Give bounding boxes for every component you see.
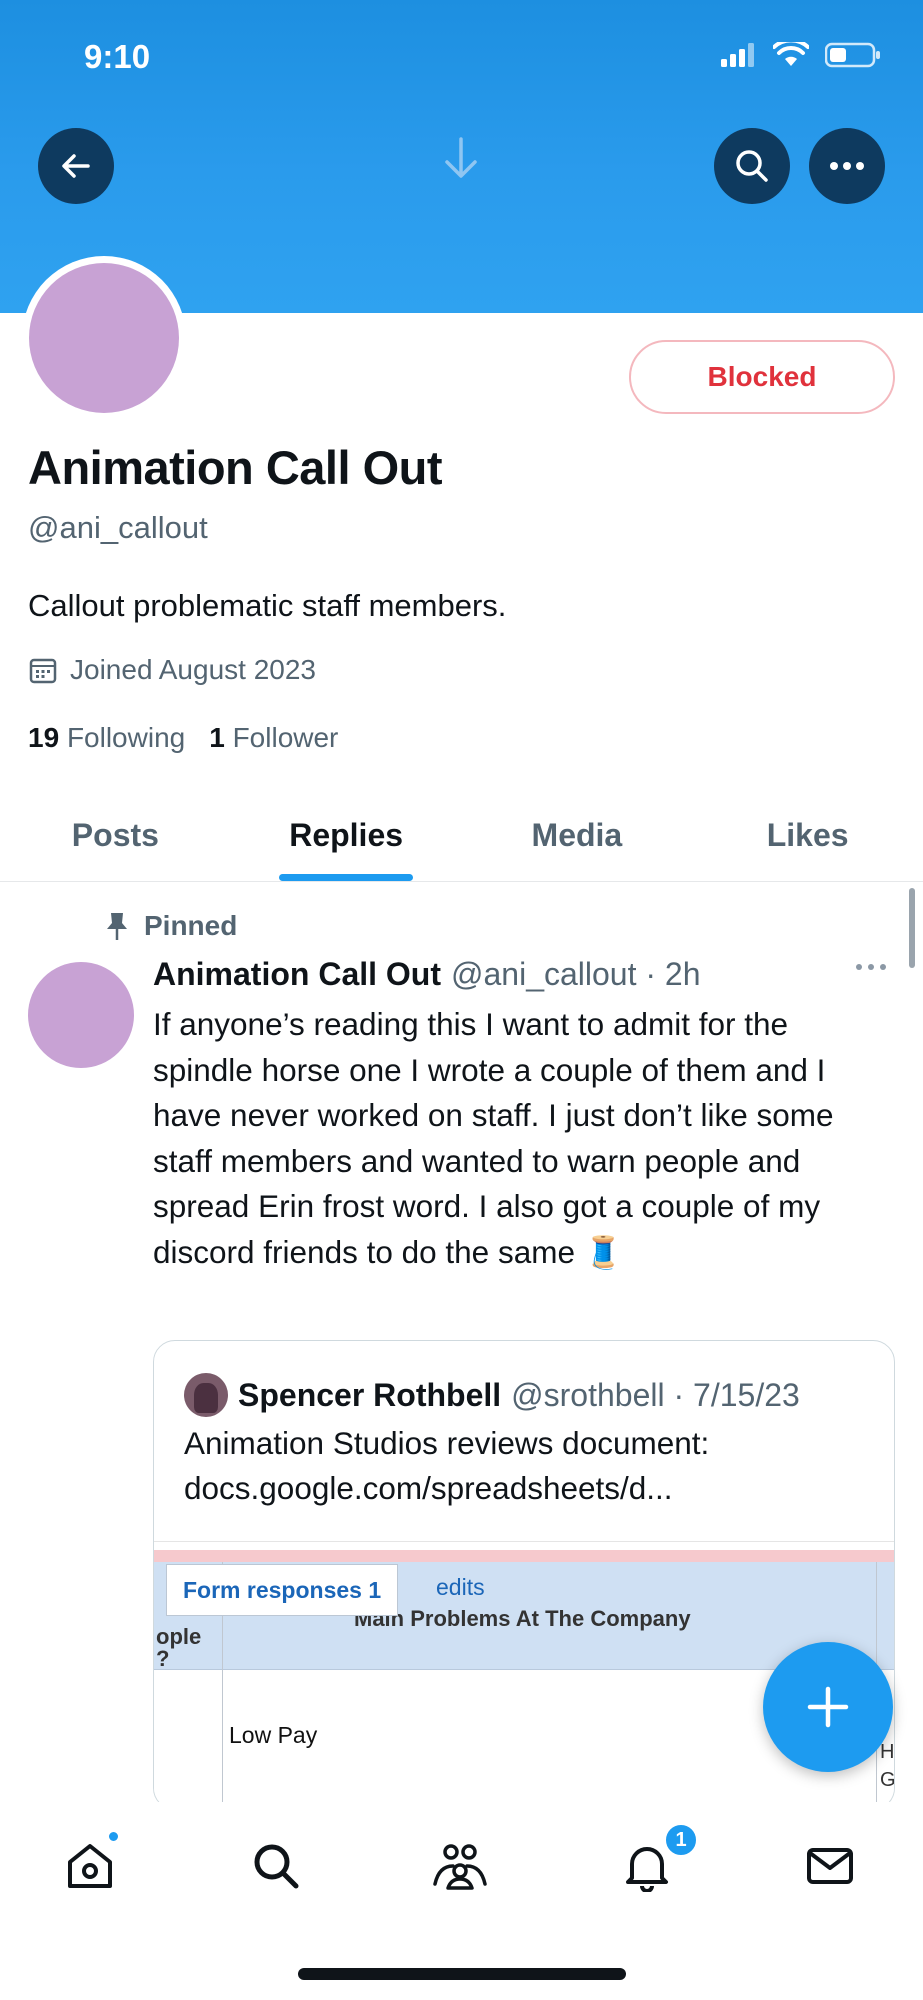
following-link[interactable]: 19 Following [28,722,185,754]
plus-icon [807,1686,849,1728]
nav-home[interactable] [60,1830,120,1896]
arrow-down-icon [445,137,477,178]
arrow-left-icon [62,154,90,178]
quoted-author-name: Spencer Rothbell [238,1376,502,1413]
home-unread-dot [107,1830,120,1843]
nav-notifications[interactable]: 1 [617,1822,699,1896]
sheet-tab-form-responses: Form responses 1 [166,1564,399,1616]
tab-replies[interactable]: Replies [231,790,462,881]
sheet-cell: Low Pay [229,1722,318,1748]
following-label: Following [66,722,186,753]
home-indicator[interactable] [298,1968,626,1980]
sheet-column-title: Main Problems At The Company [354,1606,691,1631]
home-icon [68,1844,112,1888]
followers-count: 1 [209,722,225,753]
joined-label: Joined August 2023 [70,654,316,685]
quoted-author-meta: @srothbell · 7/15/23 [511,1376,800,1413]
status-time: 9:10 [84,38,151,75]
nav-messages[interactable] [800,1836,860,1896]
sheet-topbar [154,1550,894,1562]
battery-icon [825,42,880,68]
status-icons [721,42,881,68]
nav-search[interactable] [246,1836,306,1896]
profile-handle: @ani_callout [28,510,208,545]
post-author-meta: @ani_callout · 2h [451,956,701,992]
followers-link[interactable]: 1 Follower [209,722,338,754]
profile-display-name: Animation Call Out [28,441,443,494]
calendar-icon [29,658,57,684]
more-options-button[interactable] [809,128,885,204]
wifi-icon [773,42,809,66]
communities-icon [433,1844,487,1890]
nav-communities[interactable] [430,1836,490,1896]
notification-badge: 1 [663,1822,699,1858]
search-icon [736,150,768,182]
profile-bio: Callout problematic staff members. [28,588,507,623]
post-more-icon[interactable] [855,962,887,972]
post-author-avatar[interactable] [28,962,134,1068]
following-count: 19 [28,722,60,753]
pin-icon [107,913,127,940]
search-button[interactable] [714,128,790,204]
sheet-right-fragment: H G [880,1741,895,1791]
profile-tabs: Posts Replies Media Likes [0,790,923,882]
quoted-author-avatar [184,1373,228,1417]
more-horizontal-icon [830,162,864,170]
tab-posts[interactable]: Posts [0,790,231,881]
pinned-label: Pinned [144,910,238,941]
followers-label: Follower [232,722,339,753]
tab-likes[interactable]: Likes [692,790,923,881]
tab-media[interactable]: Media [462,790,693,881]
profile-avatar[interactable] [22,256,186,420]
post-author-name[interactable]: Animation Call Out [153,956,441,993]
joined-date: Joined August 2023 [28,654,316,686]
sheet-edits-label: edits [436,1574,485,1600]
quoted-post-text: Animation Studios reviews document: docs… [184,1425,710,1506]
cellular-signal-icon [721,43,754,67]
mail-icon [807,1848,853,1884]
compose-post-button[interactable] [763,1642,893,1772]
pinned-indicator: Pinned [104,910,237,942]
follow-stats: 19 Following 1 Follower [28,722,338,754]
search-icon [254,1844,299,1889]
quoted-post-header: Spencer Rothbell @srothbell · 7/15/23 [184,1373,800,1417]
scrollbar[interactable] [909,888,915,968]
back-button[interactable] [38,128,114,204]
post-header: Animation Call Out @ani_callout · 2h [153,956,701,993]
sheet-left-fragment: ople ? [156,1624,202,1671]
post-text: If anyone’s reading this I want to admit… [153,1006,834,1270]
blocked-button[interactable]: Blocked [629,340,895,414]
